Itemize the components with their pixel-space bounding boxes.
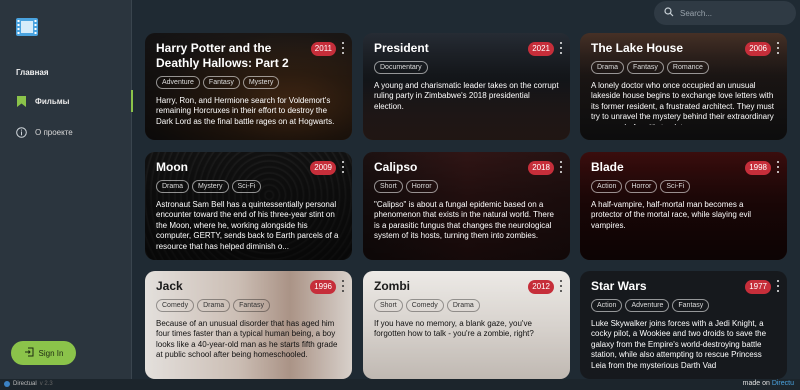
more-menu-icon[interactable] xyxy=(775,42,781,54)
section-title: Главная xyxy=(16,68,49,77)
movie-description: Because of an unusual disorder that has … xyxy=(156,319,338,360)
genre-tag: Action xyxy=(591,299,623,312)
movie-title: Blade xyxy=(591,160,624,174)
movie-title: Star Wars xyxy=(591,279,647,293)
more-menu-icon[interactable] xyxy=(558,161,564,173)
genre-tag: Action xyxy=(591,180,623,193)
genre-tag: Drama xyxy=(446,299,480,312)
movie-card[interactable]: Zombi Short Comedy Drama If you have no … xyxy=(363,271,570,379)
genre-tag: Drama xyxy=(197,299,231,312)
bookmark-icon xyxy=(15,95,27,107)
genre-tag: Drama xyxy=(591,61,625,74)
genre-tag: Fantasy xyxy=(202,76,240,89)
genre-tag: Fantasy xyxy=(672,299,710,312)
search-input[interactable] xyxy=(680,8,790,18)
more-menu-icon[interactable] xyxy=(340,161,346,173)
movie-title: Moon xyxy=(156,160,188,174)
movie-description: Harry, Ron, and Hermione search for Vold… xyxy=(156,96,335,126)
made-on-link[interactable]: made on Directu xyxy=(743,380,794,387)
movie-description: Astronaut Sam Bell has a quintessentiall… xyxy=(156,200,339,251)
sign-in-label: Sign In xyxy=(38,348,64,358)
year-badge: 2018 xyxy=(528,161,554,175)
movie-card[interactable]: President Documentary A young and charis… xyxy=(363,33,570,140)
made-on-text: made on xyxy=(742,380,770,387)
movie-title: Harry Potter and the Deathly Hallows: Pa… xyxy=(156,41,289,70)
version-label: v 2.3 xyxy=(39,381,53,387)
genre-tag: Fantasy xyxy=(233,299,270,312)
movie-title: Zombi xyxy=(374,279,410,293)
sidebar-item-films[interactable]: Фильмы xyxy=(0,90,133,112)
genre-tag: Sci-Fi xyxy=(660,180,691,193)
more-menu-icon[interactable] xyxy=(558,42,564,54)
genre-tag: Horror xyxy=(625,180,658,193)
movie-title: The Lake House xyxy=(591,41,684,55)
sidebar-item-about[interactable]: О проекте xyxy=(0,121,132,143)
more-menu-icon[interactable] xyxy=(340,280,346,292)
movie-title: Calipso xyxy=(374,160,418,174)
movie-card[interactable]: Moon Drama Mystery Sci-Fi Astronaut Sam … xyxy=(145,152,352,260)
movie-description: A lonely doctor who once occupied an unu… xyxy=(591,81,775,125)
movie-description: A young and charismatic leader takes on … xyxy=(374,81,559,111)
year-badge: 2009 xyxy=(310,161,336,175)
movie-card[interactable]: Blade Action Horror Sci-Fi A half-vampir… xyxy=(580,152,787,260)
more-menu-icon[interactable] xyxy=(340,42,346,54)
movie-description: A half-vampire, half-mortal man becomes … xyxy=(591,200,752,230)
genre-tag: Documentary xyxy=(374,61,428,74)
movie-card[interactable]: Star Wars Action Adventure Fantasy Luke … xyxy=(580,271,787,379)
genre-tag: Short xyxy=(374,180,403,193)
search-box[interactable] xyxy=(654,1,796,25)
film-logo-icon[interactable] xyxy=(16,18,38,36)
movie-description: "Calipso" is about a fungal epidemic bas… xyxy=(374,200,554,241)
genre-tag: Adventure xyxy=(156,76,200,89)
made-on-brand: Directu xyxy=(771,380,794,387)
genre-tag: Comedy xyxy=(405,299,444,312)
footer-bar: Directual v 2.3 made on Directu xyxy=(0,379,800,390)
movie-description: If you have no memory, a blank gaze, you… xyxy=(374,319,534,339)
movie-card[interactable]: Harry Potter and the Deathly Hallows: Pa… xyxy=(145,33,352,140)
sidebar-item-label: О проекте xyxy=(35,127,73,137)
sidebar: Главная Фильмы О проекте Sign In xyxy=(0,0,133,390)
info-icon xyxy=(15,126,27,138)
year-badge: 2011 xyxy=(310,42,336,56)
year-badge: 1996 xyxy=(310,280,336,294)
genre-tag: Sci-Fi xyxy=(231,180,262,193)
genre-tag: Romance xyxy=(666,61,709,74)
year-badge: 1998 xyxy=(745,161,771,175)
genre-tag: Horror xyxy=(405,180,438,193)
sidebar-item-label: Фильмы xyxy=(35,96,70,106)
genre-tag: Short xyxy=(374,299,403,312)
more-menu-icon[interactable] xyxy=(775,161,781,173)
year-badge: 1977 xyxy=(745,280,771,294)
movie-description: Luke Skywalker joins forces with a Jedi … xyxy=(591,319,767,370)
year-badge: 2006 xyxy=(745,42,771,56)
movie-card[interactable]: The Lake House Drama Fantasy Romance A l… xyxy=(580,33,787,140)
genre-tag: Mystery xyxy=(192,180,229,193)
genre-tag: Drama xyxy=(156,180,190,193)
genre-tag: Fantasy xyxy=(627,61,664,74)
login-icon xyxy=(24,347,34,359)
brand-name: Directual xyxy=(13,381,37,387)
movie-title: President xyxy=(374,41,429,55)
more-menu-icon[interactable] xyxy=(558,280,564,292)
search-icon xyxy=(664,4,674,22)
genre-tag: Comedy xyxy=(156,299,195,312)
movie-title: Jack xyxy=(156,279,183,293)
year-badge: 2012 xyxy=(528,280,554,294)
directual-badge[interactable]: Directual v 2.3 xyxy=(4,381,53,387)
directual-logo-icon xyxy=(4,381,10,387)
movie-card[interactable]: Calipso Short Horror "Calipso" is about … xyxy=(363,152,570,260)
genre-tag: Mystery xyxy=(242,76,280,89)
more-menu-icon[interactable] xyxy=(775,280,781,292)
movie-card[interactable]: Jack Comedy Drama Fantasy Because of an … xyxy=(145,271,352,379)
genre-tag: Adventure xyxy=(625,299,670,312)
year-badge: 2021 xyxy=(528,42,554,56)
sign-in-button[interactable]: Sign In xyxy=(11,341,76,365)
